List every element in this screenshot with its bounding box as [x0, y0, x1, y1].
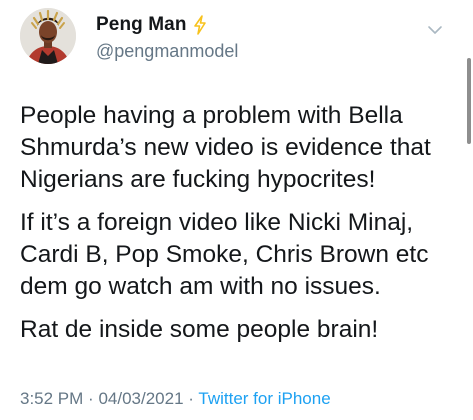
tweet-time[interactable]: 3:52 PM	[20, 389, 83, 408]
scrollbar[interactable]	[467, 58, 471, 144]
meta-separator: ·	[188, 389, 194, 408]
avatar[interactable]	[20, 8, 76, 64]
lightning-bolt-icon	[193, 15, 207, 35]
author-block: Peng Man @pengmanmodel	[96, 14, 238, 62]
meta-separator: ·	[88, 389, 94, 408]
chevron-down-icon[interactable]	[427, 22, 443, 38]
tweet-meta: 3:52 PM · 04/03/2021 · Twitter for iPhon…	[20, 389, 331, 409]
tweet-paragraph: People having a problem with Bella Shmur…	[20, 102, 431, 193]
tweet-source-link[interactable]: Twitter for iPhone	[198, 389, 330, 408]
tweet-paragraph: Rat de inside some people brain!	[20, 316, 379, 343]
handle[interactable]: @pengmanmodel	[96, 41, 238, 62]
avatar-image	[20, 8, 76, 64]
tweet-paragraph: If it’s a foreign video like Nicki Minaj…	[20, 209, 429, 300]
tweet-date[interactable]: 04/03/2021	[98, 389, 183, 408]
tweet-card: Peng Man @pengmanmodel People having a p…	[0, 0, 473, 420]
tweet-text: People having a problem with Bella Shmur…	[20, 100, 460, 357]
display-name[interactable]: Peng Man	[96, 14, 187, 36]
display-name-row: Peng Man	[96, 14, 238, 36]
